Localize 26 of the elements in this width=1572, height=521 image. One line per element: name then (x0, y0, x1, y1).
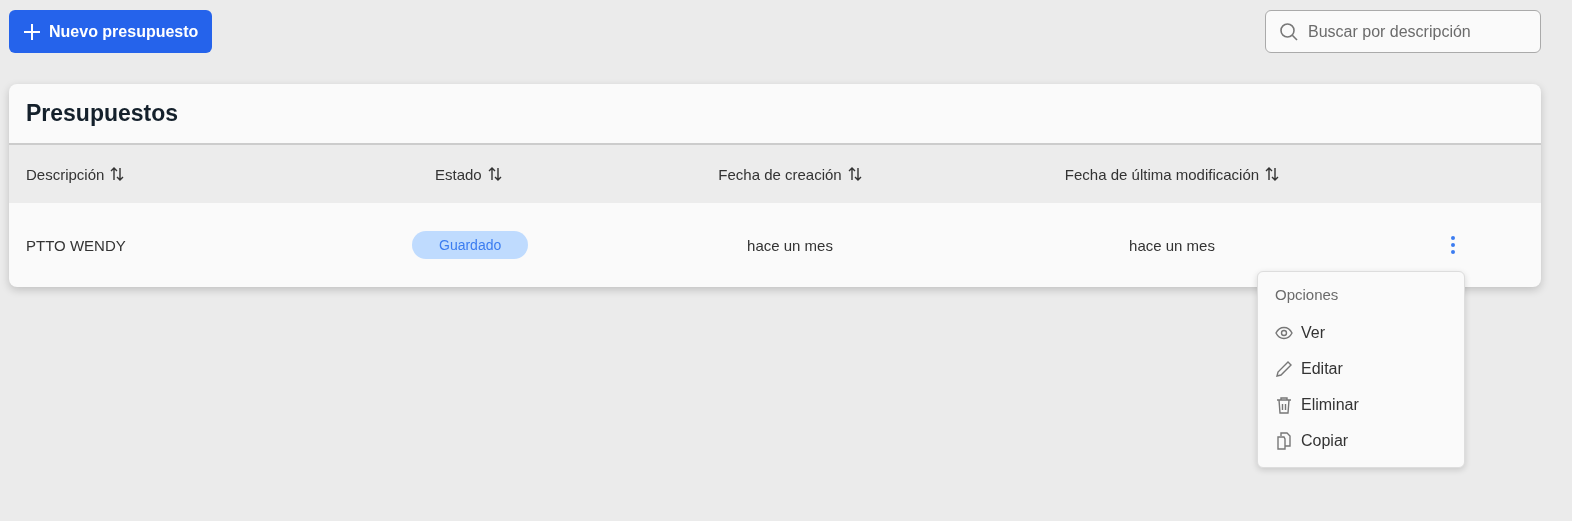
more-options-icon[interactable] (1450, 235, 1456, 255)
pencil-icon (1275, 360, 1293, 378)
menu-title: Opciones (1274, 286, 1340, 305)
column-header[interactable]: Estado (435, 165, 502, 183)
copy-icon (1275, 432, 1293, 450)
table-cell: hace un mes (1129, 236, 1215, 254)
menu-item[interactable]: Eliminar (1258, 387, 1464, 423)
sort-icon[interactable] (847, 167, 862, 181)
new-budget-button[interactable]: Nuevo presupuesto (9, 10, 213, 53)
menu-item[interactable]: Editar (1258, 351, 1464, 387)
table-cell: hace un mes (747, 236, 833, 254)
sort-icon[interactable] (110, 167, 125, 181)
search-field[interactable]: Buscar por descripción (1265, 10, 1541, 53)
sort-icon[interactable] (1265, 167, 1280, 181)
trash-icon (1275, 396, 1293, 414)
sort-icon[interactable] (487, 167, 502, 181)
column-header[interactable]: Descripción (26, 165, 125, 183)
menu-item[interactable]: Copiar (1258, 423, 1464, 459)
column-header[interactable]: Fecha de última modificación (1064, 165, 1280, 183)
menu-item[interactable]: Ver (1258, 315, 1464, 351)
card-title: Presupuestos (26, 100, 179, 127)
table-cell: PTTO WENDY (26, 236, 126, 254)
eye-icon (1275, 324, 1293, 342)
column-header[interactable]: Fecha de creación (718, 165, 862, 183)
plus-icon (23, 22, 41, 41)
status-badge: Guardado (412, 231, 529, 259)
